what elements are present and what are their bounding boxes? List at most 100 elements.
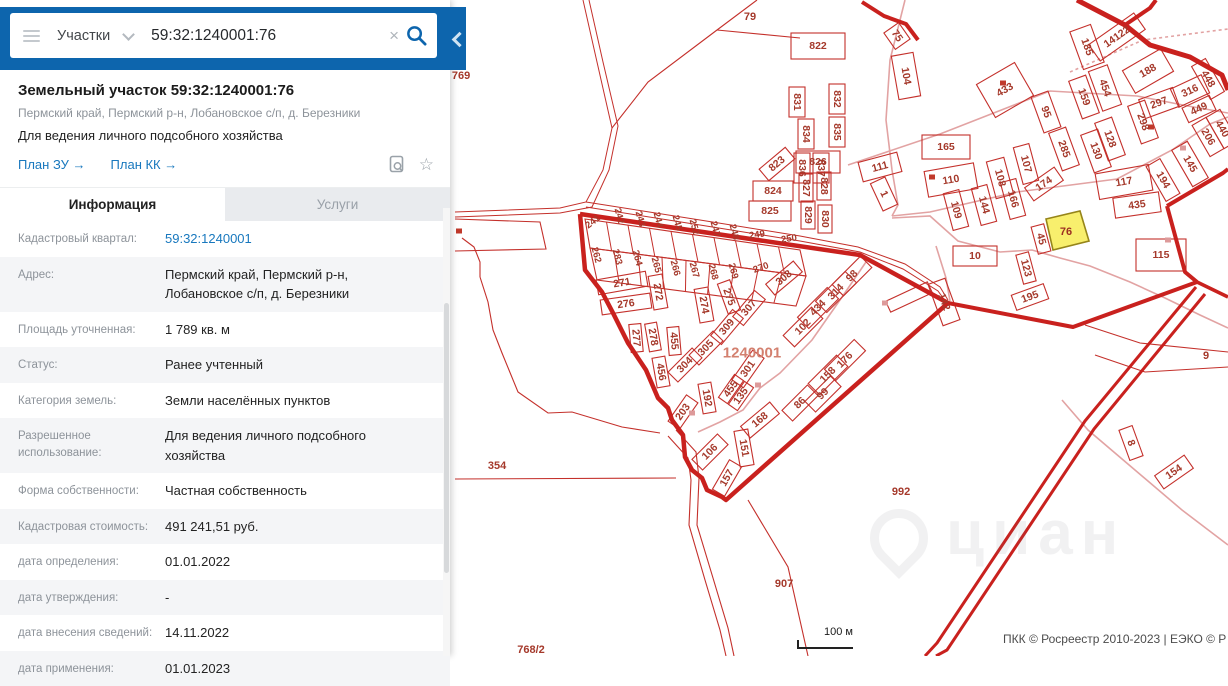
parcel-boundary-line: [1085, 325, 1228, 352]
parcel-number-label: 827: [800, 179, 812, 197]
chevron-down-icon[interactable]: [122, 28, 135, 41]
parcel-number-label: 242: [612, 207, 627, 225]
building-marker: [456, 229, 462, 234]
parcel-number-label: 168: [749, 410, 770, 431]
parcel-number-label: 435: [1127, 198, 1146, 212]
info-label: Кадастровый квартал:: [18, 229, 158, 249]
search-icon[interactable]: [405, 24, 428, 47]
parcel-number-label: 203: [673, 401, 693, 422]
parcel-number-label: 831: [791, 93, 803, 111]
parcel-number-label: 316: [1180, 82, 1201, 100]
parcel-number-label: 10: [969, 250, 981, 262]
info-row: дата внесения сведений:14.11.2022: [0, 615, 450, 651]
parcel-number-label: 825: [761, 205, 779, 217]
info-label: дата определения:: [18, 552, 158, 572]
parcel-number-label: 285: [1055, 139, 1072, 160]
parcel-number-label: 108: [992, 168, 1008, 188]
info-row: Площадь уточненная:1 789 кв. м: [0, 312, 450, 348]
parcel-number-label: 247: [708, 220, 723, 238]
quarter-boundary: [1197, 282, 1228, 297]
parcel-number-label: 194: [1153, 169, 1172, 190]
parcel-number-label: 275: [720, 287, 737, 308]
tab-services[interactable]: Услуги: [225, 188, 450, 221]
plan-kk-link[interactable]: План КК →: [111, 157, 178, 172]
tab-information[interactable]: Информация: [0, 188, 225, 221]
parcel-number-label: 354: [488, 460, 507, 472]
parcel-number-label: 276: [616, 297, 635, 311]
parcel-number-label: 266: [668, 259, 683, 277]
parcel-number-label: 455: [667, 332, 680, 351]
parcel-number-label: 274: [697, 295, 712, 314]
info-value: Для ведения личного подсобного хозяйства: [158, 426, 366, 465]
info-value: 491 241,51 руб.: [158, 517, 258, 537]
info-label: Разрешенное использование:: [18, 426, 158, 465]
quarter-boundary: [948, 282, 1197, 327]
parcel-number-label: 768/2: [517, 644, 545, 656]
parcel-number-label: 267: [687, 261, 702, 279]
building-marker: [1165, 238, 1171, 243]
parcel-number-label: 769: [452, 70, 470, 82]
collapse-sidebar-button[interactable]: [450, 31, 464, 47]
lot-divider: [607, 222, 612, 251]
scrollbar-thumb[interactable]: [444, 303, 449, 573]
parcel-number-label: 824: [764, 185, 782, 197]
map-parcel[interactable]: [886, 282, 933, 312]
parcel-number-label: 277: [629, 329, 642, 348]
parcel-number-label: 86: [792, 395, 809, 412]
document-search-icon[interactable]: [388, 155, 406, 174]
parcel-boundary-line: [612, 0, 757, 128]
parcel-number-label: 832: [831, 90, 843, 108]
parcel-number-label: 107: [1018, 154, 1034, 174]
map[interactable]: 7976982283183283483583683782382682482782…: [450, 0, 1228, 656]
parcel-number-label: 115: [1153, 249, 1170, 261]
parcel-number-label: 264: [630, 249, 645, 268]
scrollbar-track[interactable]: [443, 208, 450, 656]
info-row: дата утверждения:-: [0, 580, 450, 616]
parcel-number-label: 109: [948, 200, 964, 220]
parcel-number-label: 822: [809, 40, 827, 52]
parcel-number-label: 1240001: [723, 345, 781, 362]
parcel-number-label: 248: [727, 223, 742, 241]
menu-icon[interactable]: [23, 27, 40, 45]
parcel-number-label: 117: [1115, 175, 1134, 190]
map-scale-bar: 100 м: [797, 626, 853, 649]
search-input[interactable]: [149, 26, 385, 46]
plan-zu-link[interactable]: План ЗУ →: [18, 157, 86, 172]
parcel-number-label: 243: [633, 210, 648, 228]
parcel-number-label: 907: [775, 578, 793, 590]
info-value-link[interactable]: 59:32:1240001: [158, 229, 252, 249]
info-value: Частная собственность: [158, 481, 307, 501]
parcel-address-subtitle: Пермский край, Пермский р-н, Лобановское…: [0, 99, 450, 120]
parcel-number-label: 834: [800, 125, 812, 143]
parcel-number-label: 268: [706, 263, 721, 281]
info-label: дата внесения сведений:: [18, 623, 158, 643]
tab-bar: Информация Услуги: [0, 187, 450, 221]
parcel-number-label: 835: [831, 123, 843, 141]
info-row: дата определения:01.01.2022: [0, 544, 450, 580]
info-value: 1 789 кв. м: [158, 320, 230, 340]
info-row: Кадастровая стоимость:491 241,51 руб.: [0, 509, 450, 545]
parcel-number-label: 151: [737, 438, 752, 457]
parcel-number-label: 185: [1078, 37, 1095, 58]
top-search-bar: Участки ×: [0, 7, 466, 70]
parcel-info-panel: Земельный участок 59:32:1240001:76 Пермс…: [0, 70, 450, 656]
parcel-number-label: 454: [1096, 78, 1113, 99]
info-value: Ранее учтенный: [158, 355, 263, 375]
building-marker: [1180, 146, 1186, 151]
parcel-number-label: 157: [717, 467, 736, 488]
info-row: Кадастровый квартал:59:32:1240001: [0, 221, 450, 257]
parcel-number-label: 304: [675, 354, 696, 375]
info-row: Форма собственности:Частная собственност…: [0, 473, 450, 509]
quarter-boundary: [925, 287, 1196, 656]
parcel-boundary-line: [455, 219, 546, 251]
info-row: Адрес:Пермский край, Пермский р-н, Лобан…: [0, 257, 450, 312]
parcel-number-label: 250: [780, 232, 797, 245]
building-marker: [755, 383, 761, 388]
lot-divider: [714, 238, 720, 265]
search-category-select[interactable]: Участки: [57, 28, 110, 44]
clear-search-icon[interactable]: ×: [389, 26, 399, 46]
parcel-number-label: 99: [815, 386, 832, 403]
favorite-star-icon[interactable]: ☆: [419, 156, 434, 173]
parcel-number-label: 270: [752, 260, 771, 276]
parcel-number-label: 104: [899, 66, 914, 85]
